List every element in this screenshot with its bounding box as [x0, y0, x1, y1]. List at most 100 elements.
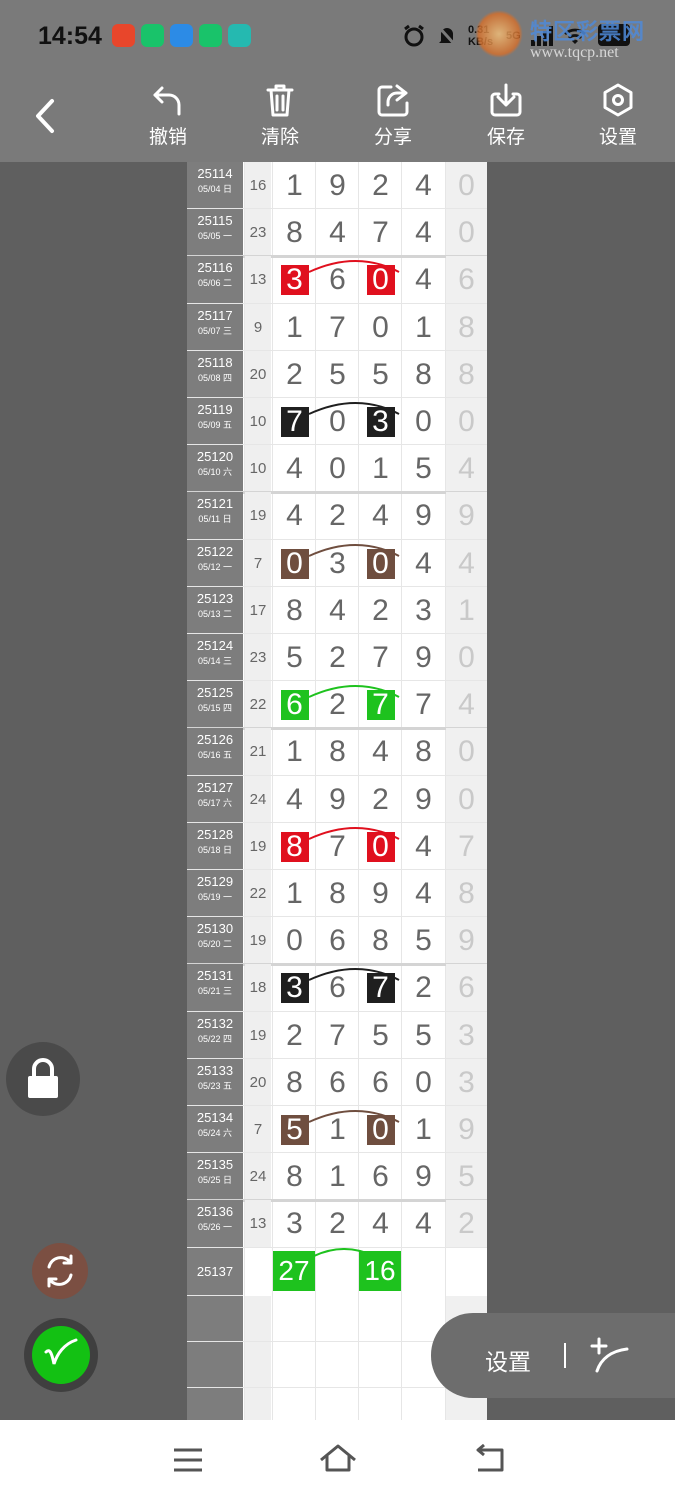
digit-cell[interactable]: 4: [273, 445, 316, 492]
digit-cell[interactable]: 2: [316, 634, 359, 681]
digit-cell[interactable]: 2: [359, 587, 402, 634]
draw-date: 05/11 日: [198, 514, 232, 525]
digit-cell[interactable]: 4: [402, 209, 445, 256]
digit-cell[interactable]: 1: [273, 728, 316, 775]
trend-chart-sheet[interactable]: 25114 05/04 日 16 1 9 2 4 0 25115 05/05 一 23 8 4 7 4 0 25…: [187, 162, 487, 1420]
digit-cell[interactable]: 5: [359, 351, 402, 398]
pill-settings-label[interactable]: 设置: [485, 1343, 531, 1377]
digit-cell[interactable]: 7: [359, 209, 402, 256]
digit-cell[interactable]: 6: [359, 1059, 402, 1106]
digit-cell[interactable]: 2: [273, 1012, 316, 1059]
digit-cell[interactable]: 0: [359, 304, 402, 351]
digit-cell[interactable]: 7: [316, 1012, 359, 1059]
digit-cell[interactable]: 5: [402, 917, 445, 964]
digit-cell[interactable]: 5: [402, 1012, 445, 1059]
digit-cell[interactable]: 4: [273, 776, 316, 823]
digit-cell[interactable]: 4: [402, 823, 445, 870]
refresh-button[interactable]: [32, 1243, 88, 1299]
digit-value: 2: [415, 971, 432, 1005]
digit-cell[interactable]: 8: [359, 917, 402, 964]
digit-cell[interactable]: 5: [273, 634, 316, 681]
digit-cell[interactable]: 8: [273, 587, 316, 634]
draw-number: 25124: [196, 638, 234, 653]
digit-cell[interactable]: 9: [316, 776, 359, 823]
digit-cell[interactable]: 2: [402, 964, 445, 1011]
digit-cell[interactable]: 4: [402, 256, 445, 303]
digit-value: 1: [329, 1160, 346, 1194]
digit-cell[interactable]: 2: [273, 351, 316, 398]
draw-number: 25126: [196, 732, 234, 748]
menu-icon[interactable]: [172, 1447, 204, 1473]
digit-cell[interactable]: 9: [359, 870, 402, 917]
digit-cell[interactable]: 0: [316, 445, 359, 492]
digit-cell[interactable]: 1: [402, 304, 445, 351]
digit-cell[interactable]: 4: [402, 870, 445, 917]
digit-cell[interactable]: 2: [359, 162, 402, 209]
drawing-settings-pill[interactable]: 设置: [431, 1313, 675, 1398]
save-button[interactable]: 保存: [471, 82, 541, 157]
digit-cell[interactable]: 6: [316, 1059, 359, 1106]
digit-cell[interactable]: 8: [273, 209, 316, 256]
digit-cell[interactable]: 8: [316, 728, 359, 775]
digit-cell[interactable]: 0: [402, 398, 445, 445]
digit-cell[interactable]: 4: [359, 1200, 402, 1247]
digit-sum: 13: [245, 256, 271, 304]
digit-value: 8: [286, 593, 303, 627]
digit-cell[interactable]: 2: [359, 776, 402, 823]
digit-cell[interactable]: 4: [316, 587, 359, 634]
digit-cell[interactable]: 8: [402, 728, 445, 775]
back-nav-icon[interactable]: [470, 1444, 506, 1474]
digit-cell[interactable]: 5: [402, 445, 445, 492]
digit-cell[interactable]: 8: [402, 351, 445, 398]
digit-value: 5: [415, 452, 432, 486]
digit-cell[interactable]: 4: [359, 728, 402, 775]
digit-cell[interactable]: 1: [273, 304, 316, 351]
share-button[interactable]: 分享: [358, 82, 428, 157]
add-curve-icon[interactable]: [589, 1335, 633, 1375]
digit-cell[interactable]: 4: [402, 162, 445, 209]
digit-cell[interactable]: 5: [359, 1012, 402, 1059]
digit-cell[interactable]: 9: [316, 162, 359, 209]
pen-tool-button[interactable]: [24, 1318, 98, 1392]
digit-cell[interactable]: 8: [316, 870, 359, 917]
digit-cell[interactable]: 9: [402, 634, 445, 681]
digit-cell[interactable]: 3: [402, 587, 445, 634]
undo-button[interactable]: 撤销: [133, 82, 203, 157]
digit-cell[interactable]: 3: [273, 1200, 316, 1247]
digit-cell[interactable]: 9: [402, 492, 445, 539]
digit-cell[interactable]: 2: [316, 1200, 359, 1247]
arc-connector: [308, 402, 400, 415]
back-button[interactable]: [30, 96, 60, 136]
digit-cell[interactable]: 7: [359, 634, 402, 681]
digit-cell[interactable]: 1: [402, 1106, 445, 1153]
digit-cell[interactable]: 0: [273, 917, 316, 964]
digit-cell[interactable]: 7: [402, 681, 445, 728]
digit-sum: 19: [245, 917, 271, 965]
digit-cell[interactable]: 4: [402, 1200, 445, 1247]
draw-id-cell: 25136 05/26 一: [187, 1200, 243, 1248]
clear-button[interactable]: 清除: [245, 82, 315, 157]
digit-cell[interactable]: 8: [273, 1153, 316, 1200]
home-icon[interactable]: [318, 1442, 358, 1474]
digit-cell[interactable]: 1: [273, 162, 316, 209]
digit-cell[interactable]: 4: [359, 492, 402, 539]
digit-cell[interactable]: 1: [273, 870, 316, 917]
digit-cell[interactable]: 5: [316, 351, 359, 398]
digit-cell[interactable]: 2: [316, 492, 359, 539]
notification-icons: [112, 24, 251, 47]
digit-cell[interactable]: 6: [316, 917, 359, 964]
digit-cell[interactable]: 6: [359, 1153, 402, 1200]
digit-cell[interactable]: 1: [316, 1153, 359, 1200]
settings-button[interactable]: 设置: [583, 82, 653, 157]
digit-cell[interactable]: 4: [273, 492, 316, 539]
digit-cell[interactable]: 8: [273, 1059, 316, 1106]
digit-cell[interactable]: 4: [316, 209, 359, 256]
lock-button[interactable]: [6, 1042, 80, 1116]
digit-cell[interactable]: 0: [402, 1059, 445, 1106]
digit-cell[interactable]: 7: [316, 304, 359, 351]
digit-cell[interactable]: 1: [359, 445, 402, 492]
digit-cell[interactable]: 4: [402, 540, 445, 587]
digit-cell[interactable]: 9: [402, 776, 445, 823]
watermark: 特区彩票网 www.tqcp.net: [475, 10, 675, 70]
digit-cell[interactable]: 9: [402, 1153, 445, 1200]
